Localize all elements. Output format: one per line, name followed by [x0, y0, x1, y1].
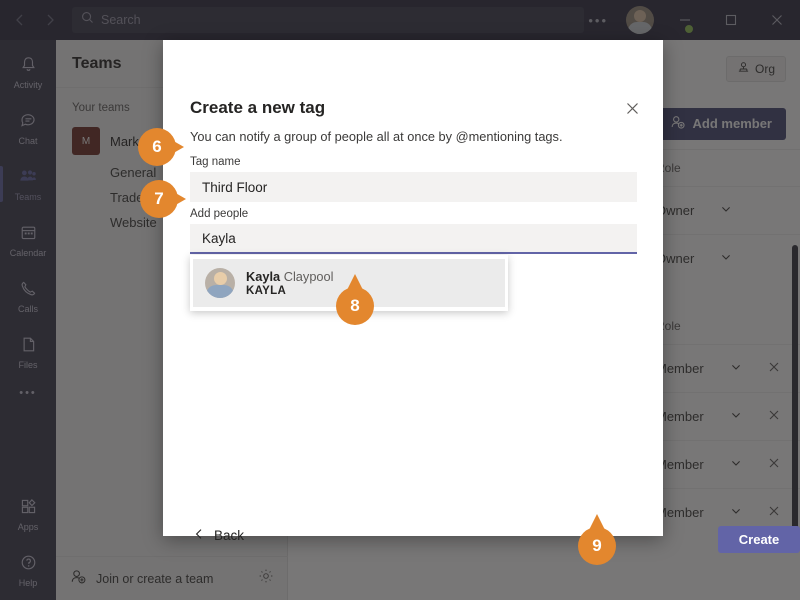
callout-badge-8: 8	[336, 274, 374, 325]
suggestion-first-name: Kayla	[246, 269, 281, 284]
back-button[interactable]: Back	[193, 528, 244, 543]
dialog-title: Create a new tag	[190, 98, 326, 117]
callout-number: 7	[140, 180, 178, 218]
callout-badge-6: 6	[138, 128, 184, 166]
suggestion-last-name: Claypool	[283, 269, 334, 284]
tag-name-label: Tag name	[190, 156, 241, 168]
dialog-description: You can notify a group of people all at …	[190, 129, 563, 144]
suggestion-name: Kayla Claypool	[246, 269, 334, 284]
avatar-head	[214, 272, 227, 285]
avatar	[205, 268, 235, 298]
close-icon[interactable]	[619, 95, 645, 121]
suggestion-text: Kayla Claypool KAYLA	[246, 269, 334, 297]
add-people-label: Add people	[190, 208, 249, 220]
callout-badge-7: 7	[140, 180, 186, 218]
avatar-body	[206, 285, 234, 298]
create-tag-dialog: Create a new tag You can notify a group …	[163, 40, 800, 553]
add-people-input[interactable]: Kayla	[190, 224, 637, 254]
tag-name-input[interactable]: Third Floor	[190, 172, 637, 202]
create-button[interactable]: Create	[718, 526, 800, 553]
suggestion-secondary: KAYLA	[246, 285, 287, 297]
callout-number: 9	[578, 527, 616, 565]
chevron-left-icon	[193, 528, 205, 543]
back-label: Back	[214, 528, 245, 543]
teams-app-window: Search ••• Activity	[0, 0, 800, 600]
callout-badge-9: 9	[578, 514, 616, 565]
callout-number: 6	[138, 128, 176, 166]
callout-number: 8	[336, 287, 374, 325]
